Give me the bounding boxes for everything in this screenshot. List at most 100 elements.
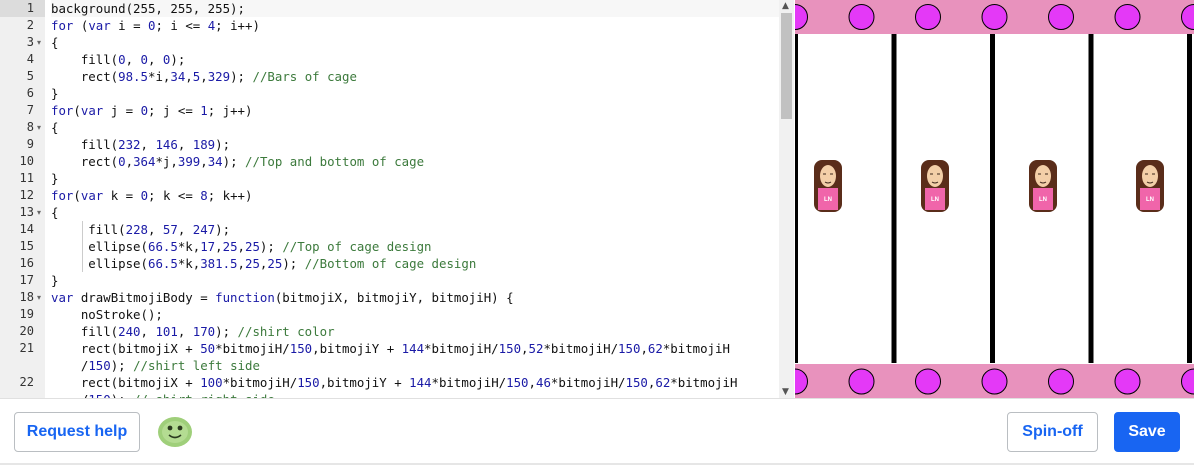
code-line[interactable]: 18▾ var drawBitmojiBody = function(bitmoj…: [0, 289, 780, 306]
code-line[interactable]: 10 rect(0,364*j,399,34); //Top and botto…: [0, 153, 780, 170]
code-token: i =: [111, 18, 148, 33]
code-line[interactable]: 4 fill(0, 0, 0);: [0, 51, 780, 68]
code-line[interactable]: 16 ellipse(66.5*k,381.5,25,25); //Bottom…: [0, 255, 780, 272]
fold-arrow-icon[interactable]: ▾: [37, 34, 41, 51]
code-text[interactable]: fill(228, 57, 247);: [51, 221, 780, 238]
code-text[interactable]: ellipse(66.5*k,381.5,25,25); //Bottom of…: [51, 255, 780, 272]
code-line[interactable]: 6}: [0, 85, 780, 102]
bitmoji-shirt-text: LN: [1039, 197, 1047, 203]
code-line[interactable]: 17}: [0, 272, 780, 289]
bitmoji-face: [820, 165, 836, 187]
code-token: {: [51, 205, 58, 220]
code-text[interactable]: {: [51, 204, 780, 221]
code-line[interactable]: 7for(var j = 0; j <= 1; j++): [0, 102, 780, 119]
code-token: background(255, 255, 255);: [51, 1, 245, 16]
code-token: k =: [103, 188, 140, 203]
code-editor[interactable]: 1 background(255, 255, 255);2for (var i =…: [0, 0, 794, 398]
code-token: *i,: [148, 69, 170, 84]
code-token: ,: [141, 137, 156, 152]
code-line[interactable]: 13▾{: [0, 204, 780, 221]
spin-off-button[interactable]: Spin-off: [1007, 412, 1098, 452]
code-line[interactable]: 14 fill(228, 57, 247);: [0, 221, 780, 238]
code-token: *bitmojiH/: [223, 375, 298, 390]
code-token: var: [51, 290, 73, 305]
code-text[interactable]: for (var i = 0; i <= 4; i++): [51, 17, 780, 34]
fold-arrow-icon[interactable]: ▾: [37, 204, 41, 221]
code-token: var: [88, 18, 110, 33]
code-token: function: [215, 290, 275, 305]
line-number: 1: [27, 0, 34, 17]
code-line[interactable]: 20 fill(240, 101, 170); //shirt color: [0, 323, 780, 340]
fold-arrow-icon[interactable]: ▾: [37, 119, 41, 136]
code-token: 25: [245, 239, 260, 254]
line-number-cell: 11: [0, 170, 45, 187]
editor-vertical-scrollbar[interactable]: ▲ ▼: [779, 0, 794, 398]
code-token: //shirt color: [238, 324, 335, 339]
code-token: ; i <=: [155, 18, 207, 33]
code-text[interactable]: ellipse(66.5*k,17,25,25); //Top of cage …: [51, 238, 780, 255]
hopper-avatar-icon[interactable]: [156, 414, 194, 448]
code-token: fill(: [51, 324, 118, 339]
code-line[interactable]: 21 rect(bitmojiX + 50*bitmojiH/150,bitmo…: [0, 340, 780, 357]
code-token: );: [223, 154, 245, 169]
code-text[interactable]: }: [51, 272, 780, 289]
code-token: *bitmojiH/: [543, 341, 618, 356]
code-text[interactable]: }: [51, 170, 780, 187]
code-line[interactable]: 3▾ {: [0, 34, 780, 51]
code-text[interactable]: rect(bitmojiX + 100*bitmojiH/150,bitmoji…: [51, 374, 780, 391]
code-token: //shirt left side: [133, 358, 260, 373]
code-token: 381.5: [200, 256, 237, 271]
code-line[interactable]: 1 background(255, 255, 255);: [0, 0, 780, 17]
code-text[interactable]: /150); // shirt right side: [51, 391, 780, 398]
code-line[interactable]: /150); // shirt right side: [0, 391, 780, 398]
code-text[interactable]: var drawBitmojiBody = function(bitmojiX,…: [51, 289, 780, 306]
code-text[interactable]: fill(0, 0, 0);: [51, 51, 780, 68]
code-line[interactable]: 12 for(var k = 0; k <= 8; k++): [0, 187, 780, 204]
code-line[interactable]: 11}: [0, 170, 780, 187]
program-output-canvas[interactable]: LNLNLNLN: [795, 0, 1194, 398]
line-number: 18: [20, 289, 34, 306]
code-text[interactable]: {: [51, 119, 780, 136]
code-text[interactable]: rect(bitmojiX + 50*bitmojiH/150,bitmojiY…: [51, 340, 780, 357]
code-token: ; i++): [215, 18, 260, 33]
code-token: ,: [238, 256, 245, 271]
save-button[interactable]: Save: [1114, 412, 1180, 452]
code-line[interactable]: 5 rect(98.5*i,34,5,329); //Bars of cage: [0, 68, 780, 85]
code-text[interactable]: for(var j = 0; j <= 1; j++): [51, 102, 780, 119]
code-token: 34: [208, 154, 223, 169]
line-number-cell: 18▾: [0, 289, 45, 306]
line-number-cell: 17: [0, 272, 45, 289]
code-line[interactable]: 19 noStroke();: [0, 306, 780, 323]
fold-arrow-icon[interactable]: ▾: [37, 289, 41, 306]
code-line[interactable]: 22 rect(bitmojiX + 100*bitmojiH/150,bitm…: [0, 374, 780, 391]
code-text[interactable]: for(var k = 0; k <= 8; k++): [51, 187, 780, 204]
line-number-cell: [0, 391, 45, 398]
code-token: 25: [267, 256, 282, 271]
code-token: );: [230, 69, 252, 84]
code-line[interactable]: 8▾{: [0, 119, 780, 136]
code-line[interactable]: /150); //shirt left side: [0, 357, 780, 374]
code-token: 364: [133, 154, 155, 169]
code-text[interactable]: noStroke();: [51, 306, 780, 323]
code-text[interactable]: rect(0,364*j,399,34); //Top and bottom o…: [51, 153, 780, 170]
code-text[interactable]: fill(240, 101, 170); //shirt color: [51, 323, 780, 340]
scrollbar-thumb[interactable]: [781, 13, 792, 119]
code-text[interactable]: {: [51, 34, 780, 51]
code-line[interactable]: 2for (var i = 0; i <= 4; i++): [0, 17, 780, 34]
code-text[interactable]: rect(98.5*i,34,5,329); //Bars of cage: [51, 68, 780, 85]
scroll-down-arrow-icon[interactable]: ▼: [782, 387, 789, 397]
code-text[interactable]: fill(232, 146, 189);: [51, 136, 780, 153]
code-line[interactable]: 9 fill(232, 146, 189);: [0, 136, 780, 153]
code-text[interactable]: background(255, 255, 255);: [51, 0, 780, 17]
code-line[interactable]: 15 ellipse(66.5*k,17,25,25); //Top of ca…: [0, 238, 780, 255]
code-text[interactable]: }: [51, 85, 780, 102]
code-token: ,: [148, 52, 163, 67]
code-token: 144: [409, 375, 431, 390]
scroll-up-arrow-icon[interactable]: ▲: [782, 1, 789, 11]
line-number-cell: 12: [0, 187, 45, 204]
request-help-button[interactable]: Request help: [14, 412, 140, 452]
line-number-cell: 3▾: [0, 34, 45, 51]
code-token: ,: [640, 341, 647, 356]
code-text[interactable]: /150); //shirt left side: [51, 357, 780, 374]
code-token: 144: [402, 341, 424, 356]
